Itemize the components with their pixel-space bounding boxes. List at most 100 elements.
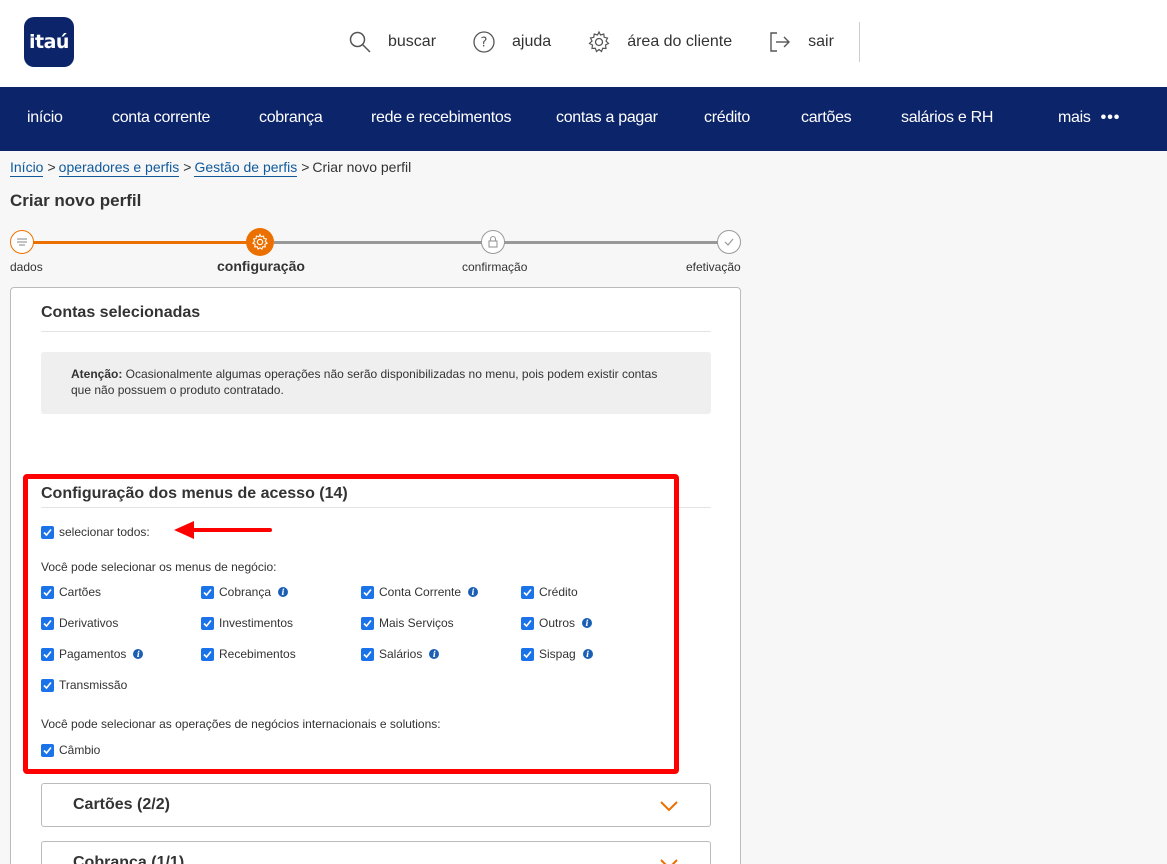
checkbox-investimentos[interactable]: Investimentos — [201, 616, 293, 630]
checkbox-checked-icon[interactable] — [41, 616, 54, 630]
logout-link[interactable]: sair — [768, 30, 834, 54]
checkbox-label: Investimentos — [219, 616, 294, 630]
checkbox-conta-corrente[interactable]: Conta Corrente i — [361, 585, 479, 599]
checkbox-checked-icon[interactable] — [521, 616, 534, 630]
checkbox-checked-icon[interactable] — [41, 678, 54, 692]
breadcrumb-inicio[interactable]: Início — [10, 159, 44, 177]
checkbox-label: Cobrança — [219, 585, 272, 599]
checkbox-outros[interactable]: Outros i — [521, 616, 593, 630]
step-label-efetivacao: efetivação — [686, 260, 741, 274]
accordion-cobranca[interactable]: Cobrança (1/1) — [41, 841, 711, 864]
step-configuracao — [246, 228, 274, 256]
accounts-section-title: Contas selecionadas — [41, 304, 201, 321]
client-area-link-label: área do cliente — [627, 33, 733, 50]
checkbox-checked-icon[interactable] — [361, 616, 374, 630]
nav-item-salarios-rh[interactable]: salários e RH — [901, 109, 993, 127]
chevron-down-icon — [660, 801, 678, 812]
main-nav: início conta corrente cobrança rede e re… — [0, 87, 1167, 151]
profile-config-card: Contas selecionadas Atenção: Ocasionalme… — [10, 287, 741, 864]
checkbox-label: Salários — [379, 647, 423, 661]
gear-icon — [588, 30, 610, 53]
info-icon[interactable]: i — [582, 618, 593, 628]
alert-label: Atenção: — [71, 367, 123, 381]
checkbox-recebimentos[interactable]: Recebimentos — [201, 647, 296, 661]
checkbox-checked-icon[interactable] — [361, 647, 374, 661]
svg-text:?: ? — [481, 36, 488, 51]
page-title: Criar novo perfil — [10, 191, 142, 210]
info-icon[interactable]: i — [468, 587, 479, 597]
checkbox-checked-icon[interactable] — [41, 647, 54, 661]
select-all-checkbox[interactable]: selecionar todos: — [41, 525, 150, 539]
business-menus-helper: Você pode selecionar os menus de negócio… — [41, 560, 277, 574]
checkbox-label: Cartões — [59, 585, 102, 599]
access-section-title: Configuração dos menus de acesso (14) — [41, 485, 348, 502]
more-dots-icon: ••• — [1100, 109, 1121, 126]
form-icon — [17, 238, 27, 246]
nav-item-mais-label: mais — [1058, 109, 1091, 126]
checkbox-label: Sispag — [539, 647, 576, 661]
progress-stepper: dados configuração confirmação efetivaçã… — [10, 228, 742, 279]
gear-icon — [251, 233, 269, 250]
checkbox-checked-icon[interactable] — [361, 585, 374, 599]
stepper-line-done — [22, 241, 260, 244]
nav-item-credito[interactable]: crédito — [704, 109, 750, 127]
help-link[interactable]: ? ajuda — [472, 30, 551, 54]
nav-item-inicio[interactable]: início — [27, 109, 63, 127]
checkbox-cobranca[interactable]: Cobrança i — [201, 585, 289, 599]
alert-text: Ocasionalmente algumas operações não ser… — [122, 367, 658, 381]
checkbox-checked-icon[interactable] — [41, 525, 54, 539]
nav-item-cobranca[interactable]: cobrança — [259, 109, 323, 127]
nav-item-cartoes[interactable]: cartões — [801, 109, 852, 127]
checkbox-derivativos[interactable]: Derivativos — [41, 616, 118, 630]
checkbox-label: Outros — [539, 616, 576, 630]
checkbox-label: Transmissão — [59, 678, 128, 692]
info-icon[interactable]: i — [429, 649, 440, 659]
checkbox-checked-icon[interactable] — [201, 585, 214, 599]
checkbox-checked-icon[interactable] — [201, 616, 214, 630]
checkbox-label: Mais Serviços — [379, 616, 454, 630]
search-link[interactable]: buscar — [348, 30, 436, 54]
accordion-cartoes[interactable]: Cartões (2/2) — [41, 783, 711, 827]
info-icon[interactable]: i — [278, 587, 289, 597]
search-icon — [349, 31, 371, 53]
info-icon[interactable]: i — [582, 649, 593, 659]
client-area-link[interactable]: área do cliente — [587, 30, 732, 54]
nav-item-rede-recebimentos[interactable]: rede e recebimentos — [371, 109, 511, 127]
checkbox-cartoes[interactable]: Cartões — [41, 585, 101, 599]
accordion-title: Cartões (2/2) — [73, 796, 170, 813]
step-label-configuracao: configuração — [217, 258, 305, 274]
breadcrumb-separator-icon: > — [47, 159, 56, 175]
checkbox-label: Derivativos — [59, 616, 119, 630]
checkbox-credito[interactable]: Crédito — [521, 585, 578, 599]
checkbox-checked-icon[interactable] — [201, 647, 214, 661]
attention-alert: Atenção: Ocasionalmente algumas operaçõe… — [41, 352, 711, 414]
checkbox-mais-servicos[interactable]: Mais Serviços — [361, 616, 454, 630]
divider — [41, 507, 711, 508]
nav-item-mais[interactable]: mais ••• — [1058, 109, 1120, 127]
checkbox-checked-icon[interactable] — [41, 585, 54, 599]
checkbox-checked-icon[interactable] — [521, 647, 534, 661]
breadcrumb-operadores[interactable]: operadores e perfis — [58, 159, 180, 177]
checkbox-checked-icon[interactable] — [521, 585, 534, 599]
checkbox-label: Crédito — [539, 585, 578, 599]
alert-text-line2: que não possuem o produto contratado. — [71, 383, 284, 397]
breadcrumb-gestao-perfis[interactable]: Gestão de perfis — [194, 159, 298, 177]
breadcrumb-separator-icon: > — [301, 159, 310, 175]
checkbox-sispag[interactable]: Sispag i — [521, 647, 593, 661]
checkbox-transmissao[interactable]: Transmissão — [41, 678, 127, 692]
logout-icon — [770, 32, 791, 52]
checkbox-cambio[interactable]: Câmbio — [41, 743, 100, 757]
step-confirmacao — [481, 230, 505, 254]
checkbox-salarios[interactable]: Salários i — [361, 647, 440, 661]
checkbox-checked-icon[interactable] — [41, 743, 54, 757]
nav-item-contas-a-pagar[interactable]: contas a pagar — [556, 109, 658, 127]
lock-icon — [488, 235, 498, 248]
nav-item-conta-corrente[interactable]: conta corrente — [112, 109, 210, 127]
help-link-label: ajuda — [512, 33, 552, 50]
intl-menus-helper: Você pode selecionar as operações de neg… — [41, 717, 441, 731]
itau-logo[interactable]: itaú — [24, 17, 74, 67]
checkbox-pagamentos[interactable]: Pagamentos i — [41, 647, 144, 661]
accordion-title: Cobrança (1/1) — [73, 854, 185, 864]
info-icon[interactable]: i — [133, 649, 144, 659]
header-divider — [859, 22, 860, 62]
